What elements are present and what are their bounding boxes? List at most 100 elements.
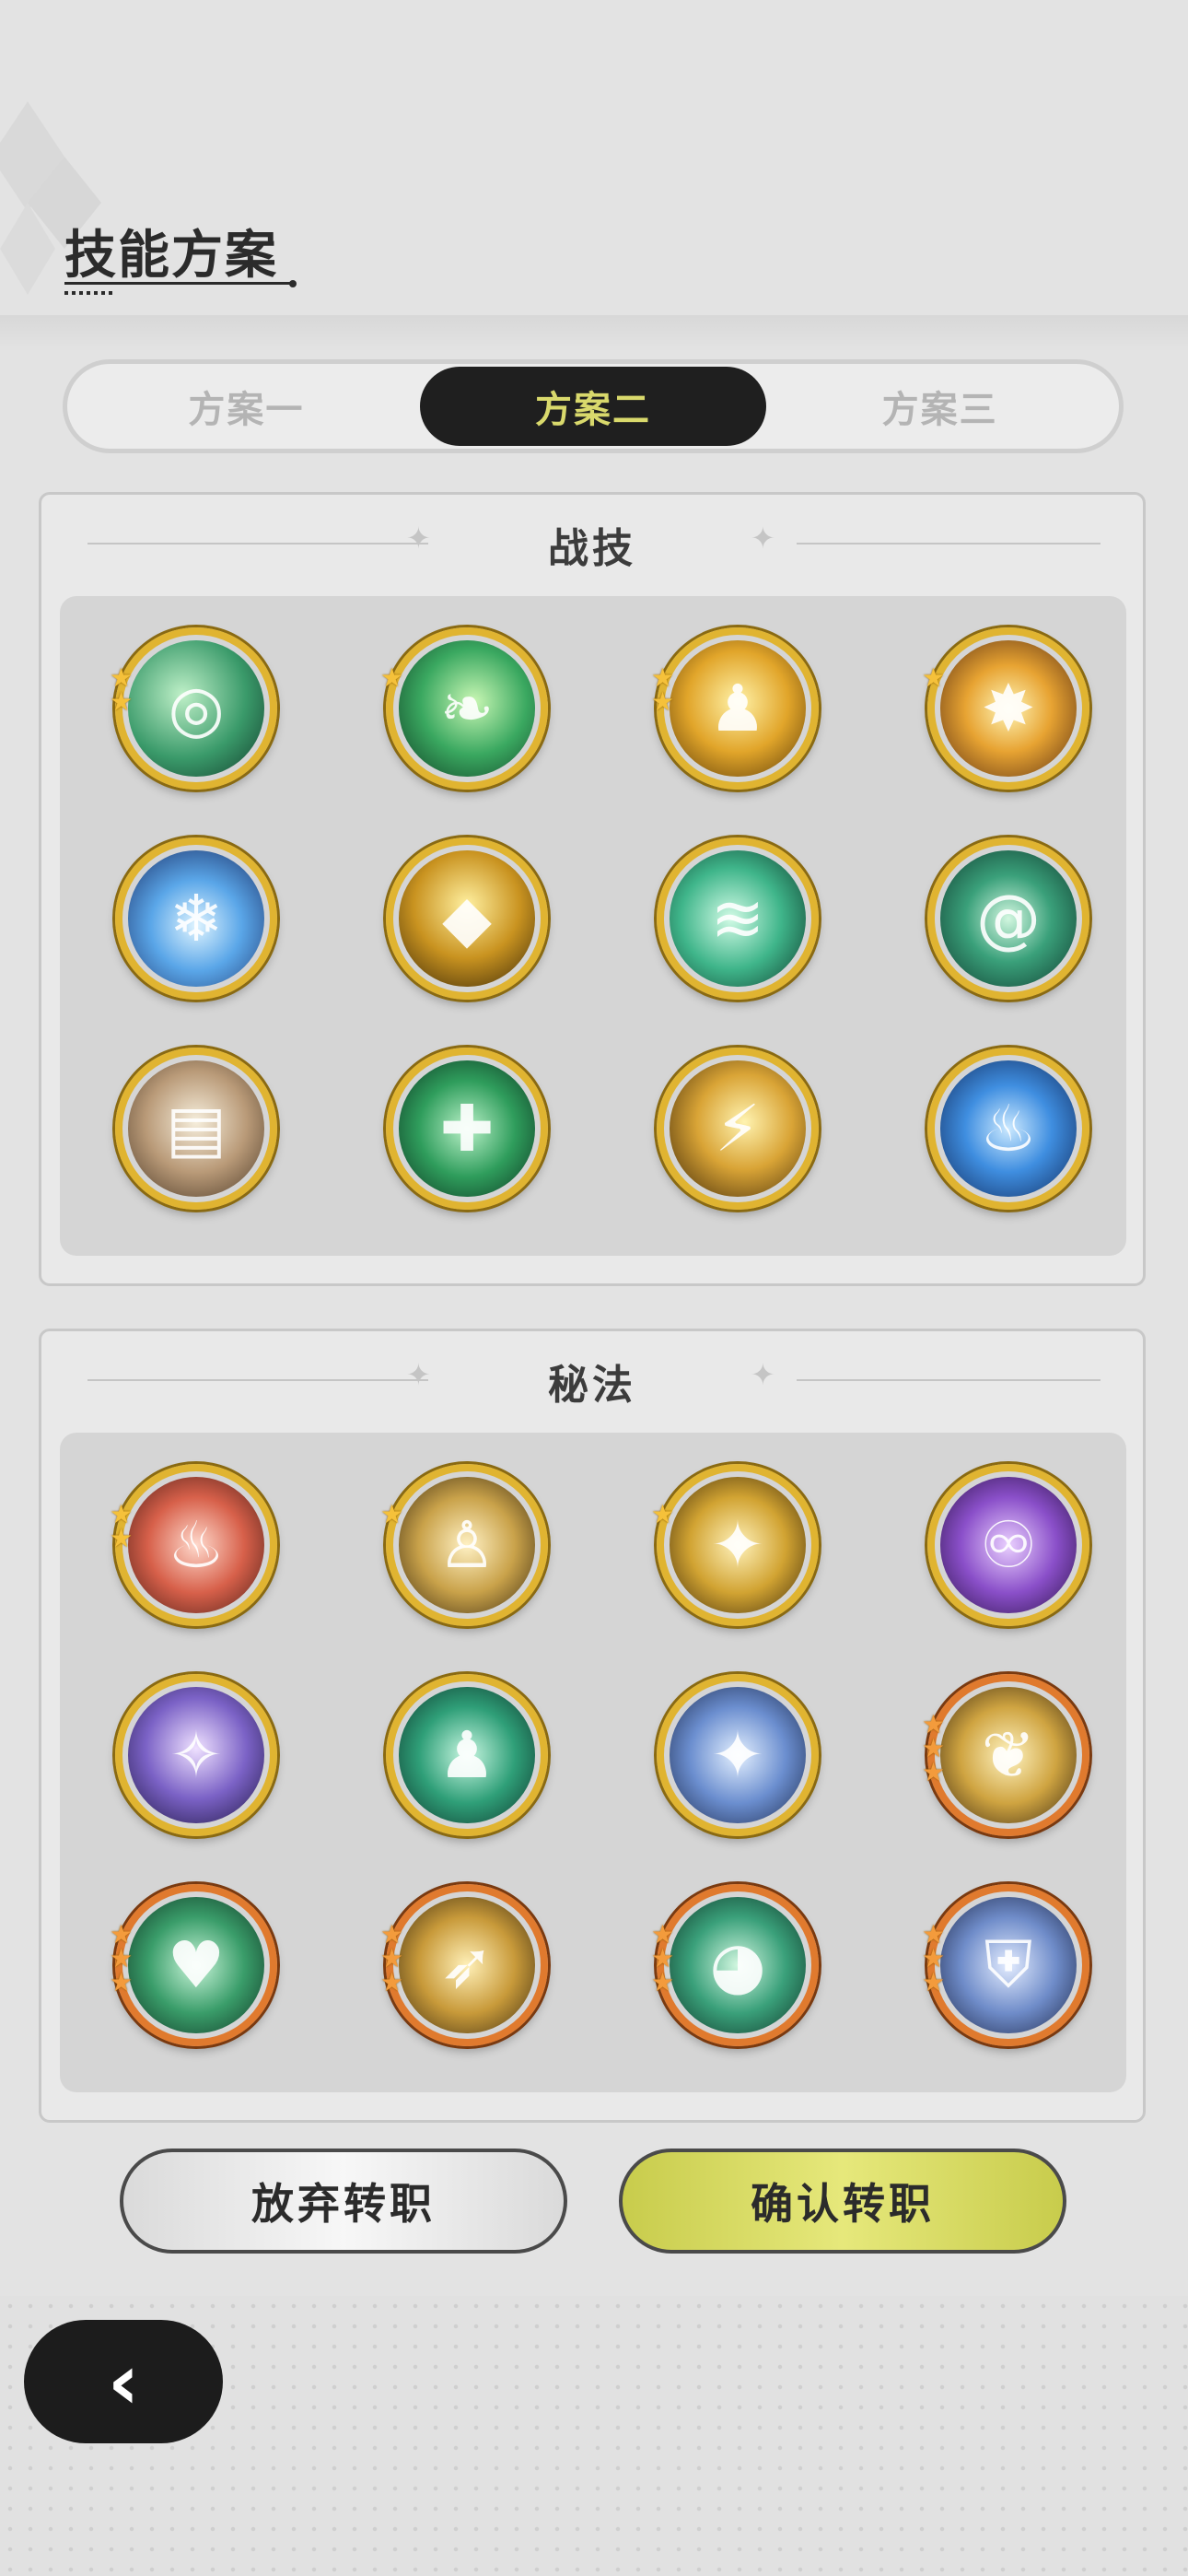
green-flame-dash-icon[interactable]: ❧ ★	[380, 627, 548, 790]
rank-stars-icon: ★ ★	[110, 662, 134, 717]
combat-skills-header: ✦ 战技 ✦	[41, 495, 1143, 596]
skill-glyph: ▤	[165, 1091, 227, 1166]
skill-art: ◆	[399, 850, 535, 987]
rank-stars-icon: ★	[380, 662, 404, 693]
combat-skills-panel: ✦ 战技 ✦ ◎ ★ ★ ❧ ★ ♟ ★ ★ ✸ ★ ❄ ◆ ≋ @ ▤ ✚ ⚡ ♨	[39, 492, 1146, 1286]
rank-stars-icon: ★	[380, 1499, 404, 1529]
rank-stars-icon: ★	[922, 662, 946, 693]
skill-art: ◕	[670, 1897, 806, 2033]
blue-armor-rune-icon[interactable]: ⛨ ★ ★ ★	[922, 1884, 1089, 2046]
skill-glyph: ❧	[439, 671, 495, 746]
skill-glyph: ❄	[169, 881, 224, 956]
golden-figure-rune-icon[interactable]: ♙ ★	[380, 1464, 548, 1626]
chevron-left-icon: ‹	[107, 2336, 140, 2427]
skill-glyph: ✸	[981, 671, 1036, 746]
rank-stars-icon: ★ ★ ★	[922, 1919, 946, 1997]
skill-art: ▤	[128, 1060, 264, 1197]
skill-glyph: ♥	[167, 1927, 226, 2003]
skill-art: ⛨	[940, 1897, 1077, 2033]
skill-glyph: ✧	[169, 1717, 224, 1793]
secret-arts-header: ✦ 秘法 ✦	[41, 1331, 1143, 1433]
skill-art: ♙	[399, 1477, 535, 1613]
blue-star-rune-icon[interactable]: ✦	[657, 1674, 819, 1836]
skill-art: ✦	[670, 1477, 806, 1613]
title-end-dot	[289, 280, 297, 287]
skill-glyph: ♨	[167, 1507, 226, 1583]
skill-glyph: ❦	[981, 1717, 1036, 1793]
rank-stars-icon: ★	[651, 1499, 675, 1529]
rank-stars-icon: ★ ★ ★	[380, 1919, 404, 1997]
header-line-right	[797, 1379, 1101, 1381]
skill-art: ✧	[128, 1687, 264, 1823]
golden-shatter-rune-icon[interactable]: ✦ ★	[651, 1464, 819, 1626]
red-flame-rune-icon[interactable]: ♨ ★ ★	[110, 1464, 277, 1626]
rank-stars-icon: ★ ★ ★	[110, 1919, 134, 1997]
skill-glyph: ≋	[710, 881, 765, 956]
rank-stars-icon: ★ ★ ★	[922, 1709, 946, 1787]
golden-guardian-icon[interactable]: ♟ ★ ★	[651, 627, 819, 790]
lightning-comet-icon[interactable]: ⚡	[657, 1048, 819, 1210]
tab-plan-3[interactable]: 方案三	[766, 367, 1113, 446]
skill-art: ❄	[128, 850, 264, 987]
confirm-class-change-button[interactable]: 确认转职	[619, 2149, 1066, 2254]
skill-art: ❦	[940, 1687, 1077, 1823]
skill-art: ♨	[128, 1477, 264, 1613]
secret-arts-title: 秘法	[548, 1362, 636, 1409]
skill-art: ♾	[940, 1477, 1077, 1613]
green-vortex-icon[interactable]: @	[927, 837, 1089, 1000]
skill-art: ♨	[940, 1060, 1077, 1197]
rank-stars-icon: ★ ★	[110, 1499, 134, 1553]
rank-stars-icon: ★ ★	[651, 662, 675, 717]
rank-stars-icon: ★ ★ ★	[651, 1919, 675, 1997]
golden-wing-rune-icon[interactable]: ➶ ★ ★ ★	[380, 1884, 548, 2046]
skill-art: ⚡	[670, 1060, 806, 1197]
skill-glyph: ♟	[708, 671, 767, 746]
golden-crystal-icon[interactable]: ◆	[386, 837, 548, 1000]
purple-swirl-rune-icon[interactable]: ♾	[927, 1464, 1089, 1626]
skill-glyph: ✦	[710, 1717, 765, 1793]
blue-flame-icon[interactable]: ♨	[927, 1048, 1089, 1210]
combat-skills-title: 战技	[548, 525, 636, 572]
skill-glyph: ♟	[437, 1717, 496, 1793]
secret-arts-grid: ♨ ★ ★ ♙ ★ ✦ ★ ♾ ✧ ♟ ✦ ❦ ★ ★ ★ ♥ ★ ★ ★ ➶ ★ ★ ★ ◕ ★ ★ ★ ⛨ ★ ★…	[60, 1433, 1126, 2092]
title-underline	[64, 282, 295, 285]
skill-art: @	[940, 850, 1077, 987]
page-title: 技能方案	[64, 226, 278, 286]
abandon-class-change-button[interactable]: 放弃转职	[120, 2149, 567, 2254]
green-heal-icon[interactable]: ✚	[386, 1048, 548, 1210]
skill-glyph: ♙	[437, 1507, 496, 1583]
skill-glyph: ⛨	[984, 1926, 1033, 2003]
golden-burst-icon[interactable]: ✸ ★	[922, 627, 1089, 790]
skill-glyph: ♾	[979, 1507, 1038, 1583]
header-divider	[0, 315, 1188, 352]
skill-art: ♥	[128, 1897, 264, 2033]
page-header: 技能方案	[64, 214, 297, 295]
golden-feather-rune-icon[interactable]: ❦ ★ ★ ★	[922, 1674, 1089, 1836]
title-dots	[64, 291, 116, 295]
skill-art: ✦	[670, 1687, 806, 1823]
ice-shatter-icon[interactable]: ❄	[115, 837, 277, 1000]
green-helm-rune-icon[interactable]: ◕ ★ ★ ★	[651, 1884, 819, 2046]
skill-glyph: ✚	[439, 1091, 495, 1166]
skill-art: ✸	[940, 640, 1077, 777]
header-line-right	[797, 543, 1101, 544]
skill-glyph: ⚡	[715, 1091, 761, 1166]
skill-art: ◎	[128, 640, 264, 777]
green-heart-rune-icon[interactable]: ♥ ★ ★ ★	[110, 1884, 277, 2046]
wind-slash-icon[interactable]: ≋	[657, 837, 819, 1000]
green-meditate-rune-icon[interactable]: ♟	[386, 1674, 548, 1836]
skill-glyph: ✦	[710, 1507, 765, 1583]
skill-art: ♟	[670, 640, 806, 777]
back-button[interactable]: ‹	[24, 2320, 223, 2443]
skill-art: ✚	[399, 1060, 535, 1197]
plan-tabs: 方案一 方案二 方案三	[63, 359, 1124, 453]
green-swirl-orb-icon[interactable]: ◎ ★ ★	[110, 627, 277, 790]
combat-skills-grid: ◎ ★ ★ ❧ ★ ♟ ★ ★ ✸ ★ ❄ ◆ ≋ @ ▤ ✚ ⚡ ♨	[60, 596, 1126, 1256]
sparkle-stage-rune-icon[interactable]: ✧	[115, 1674, 277, 1836]
tab-plan-1[interactable]: 方案一	[73, 367, 420, 446]
stone-cards-icon[interactable]: ▤	[115, 1048, 277, 1210]
skill-art: ♟	[399, 1687, 535, 1823]
tab-plan-2[interactable]: 方案二	[419, 367, 767, 446]
header-star-right: ✦	[751, 521, 775, 556]
header-star-right: ✦	[751, 1357, 775, 1392]
